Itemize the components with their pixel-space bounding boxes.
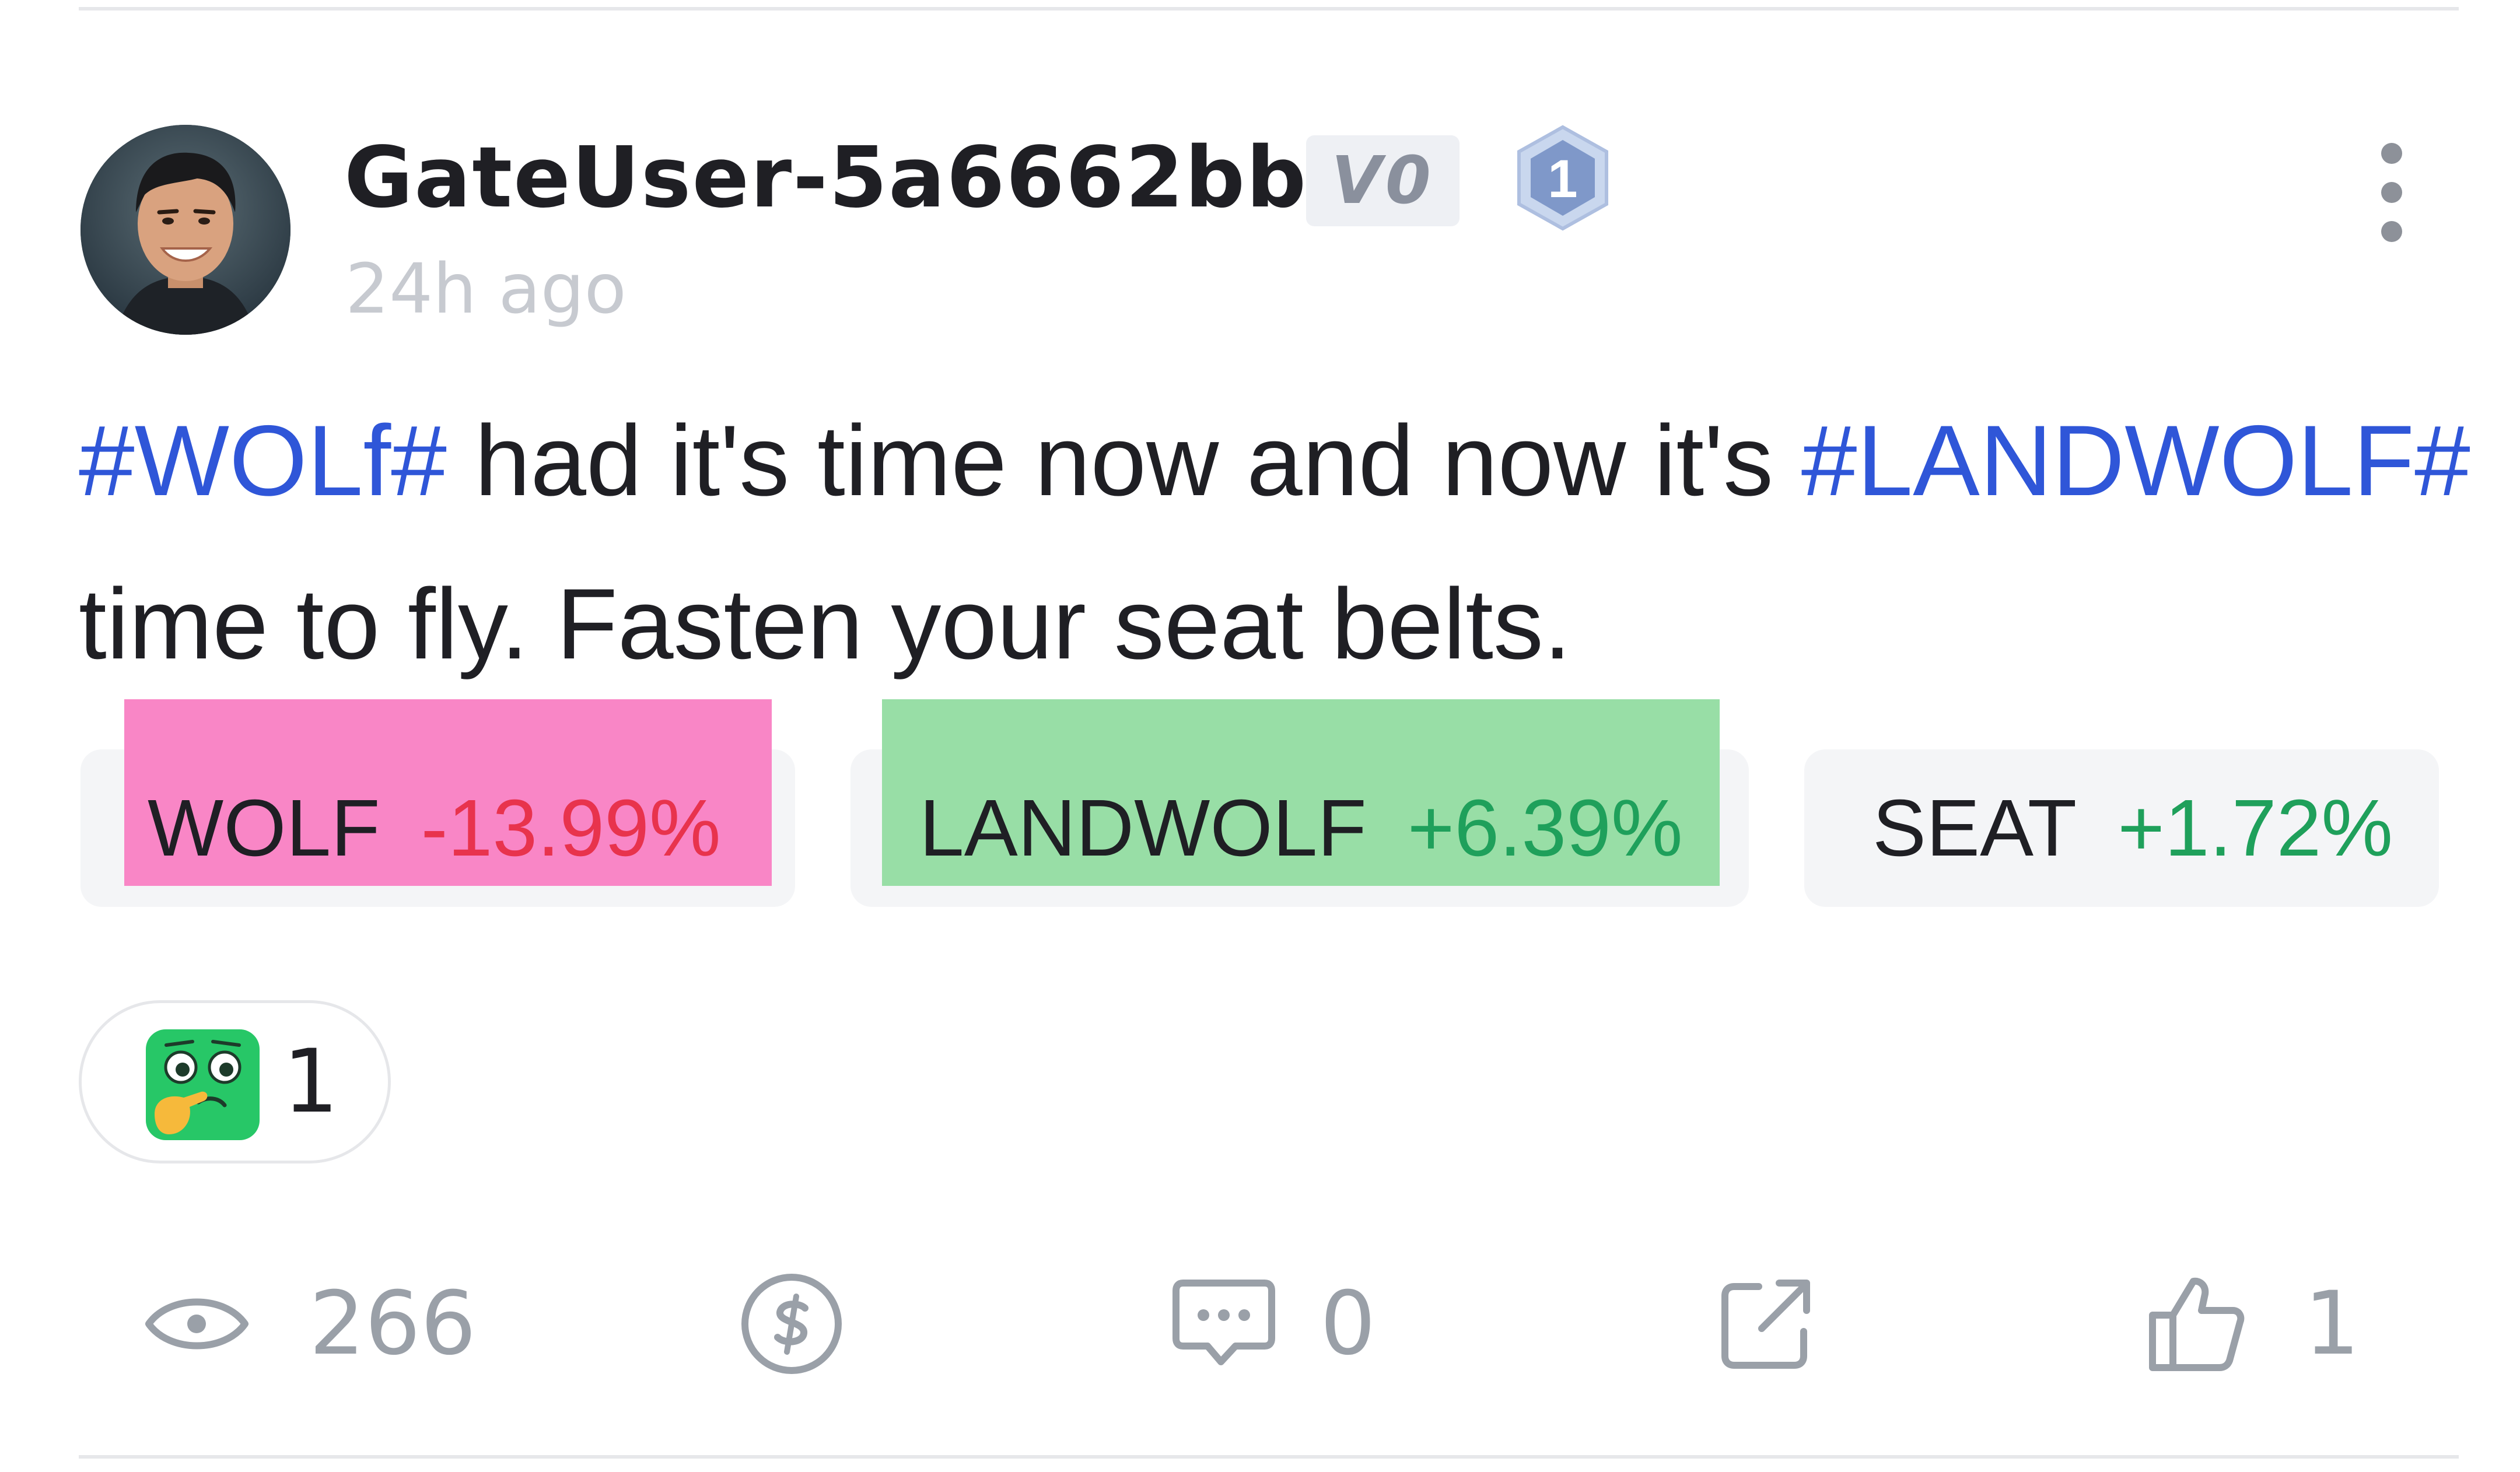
coin-tag-seat[interactable]: SEAT +1.72% <box>1804 749 2439 907</box>
comment-count: 0 <box>1320 1273 1376 1375</box>
views-action: 266 <box>143 1266 476 1382</box>
coin-tip-icon <box>741 1273 842 1374</box>
more-vertical-icon <box>2381 143 2402 242</box>
bottom-divider <box>79 1455 2459 1459</box>
user-avatar[interactable] <box>80 125 290 335</box>
level-badge: 1 <box>1513 122 1612 233</box>
views-count: 266 <box>309 1273 477 1375</box>
level-number: 1 <box>1548 149 1577 209</box>
coin-tag-wolf[interactable]: WOLF -13.99% <box>80 699 795 907</box>
share-button[interactable] <box>1718 1266 1814 1382</box>
hexagon-badge-icon: 1 <box>1517 125 1608 231</box>
post-time: 24h ago <box>345 248 626 329</box>
thumbs-up-icon <box>2149 1277 2245 1371</box>
coin-tag-landwolf[interactable]: LANDWOLF +6.39% <box>850 699 1749 907</box>
coin-symbol: SEAT <box>1873 783 2077 873</box>
reaction-count: 1 <box>283 1031 339 1133</box>
comment-icon <box>1172 1280 1275 1365</box>
post-content: #WOLf# had it's time now and now it's #L… <box>79 379 2500 706</box>
more-options-button[interactable] <box>2362 137 2421 254</box>
coin-symbol: LANDWOLF <box>919 783 1367 873</box>
like-count: 1 <box>2304 1273 2360 1375</box>
coin-change: +1.72% <box>2118 783 2393 873</box>
hashtag-landwolf[interactable]: #LANDWOLF# <box>1801 405 2470 517</box>
coin-change: +6.39% <box>1407 783 1683 873</box>
reaction-pill[interactable]: 1 <box>79 1000 391 1163</box>
top-divider <box>79 7 2459 10</box>
eye-icon <box>145 1298 249 1350</box>
post-text-part1: had it's time now and now it's <box>446 405 1801 517</box>
coin-symbol: WOLF <box>148 783 380 873</box>
tip-button[interactable] <box>738 1266 846 1382</box>
username[interactable]: GateUser-5a6662bb <box>344 125 1307 230</box>
thinking-emoji-icon <box>146 1029 260 1140</box>
post-text-part2: time to fly. Fasten your seat belts. <box>79 568 1572 680</box>
comment-button[interactable]: 0 <box>1171 1266 1376 1382</box>
vip-badge: V0 <box>1306 135 1460 226</box>
coin-change: -13.99% <box>421 783 721 873</box>
avatar-image <box>80 125 290 335</box>
hashtag-wolf[interactable]: #WOLf# <box>79 405 447 517</box>
share-icon <box>1721 1279 1810 1369</box>
like-button[interactable]: 1 <box>2147 1266 2360 1382</box>
